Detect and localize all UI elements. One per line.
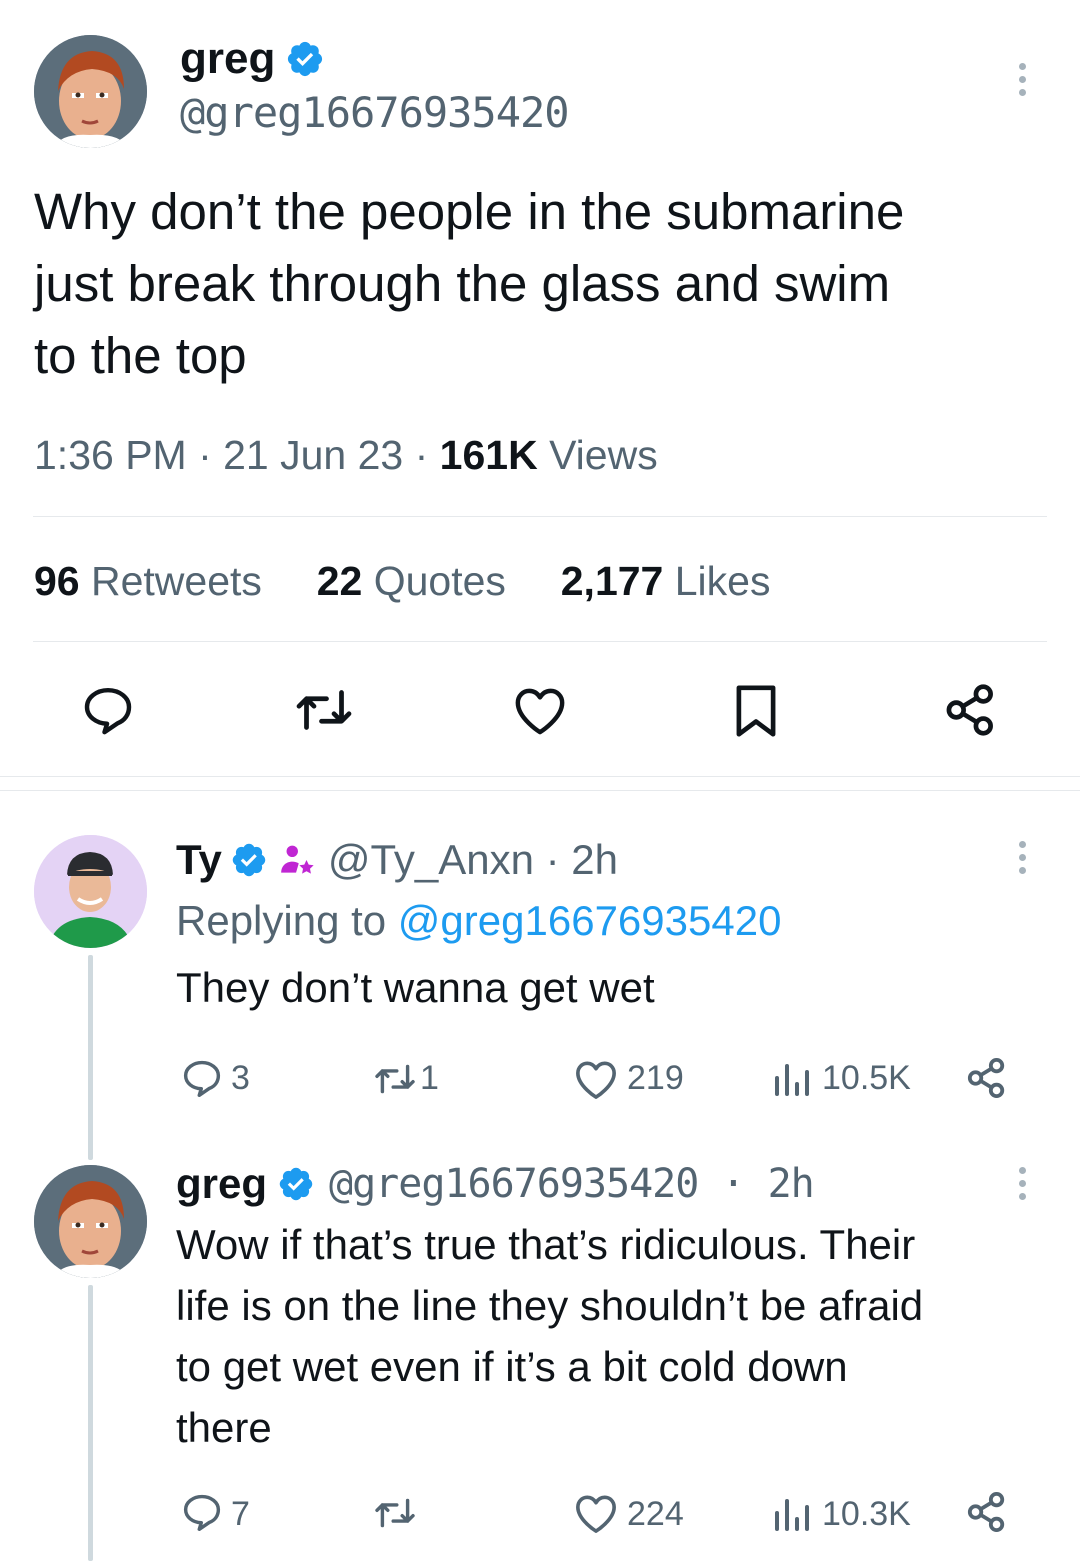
- tweet-stats: 96 Retweets 22 Quotes 2,177 Likes: [34, 558, 770, 605]
- reply-icon[interactable]: [180, 1058, 224, 1098]
- retweet-stat[interactable]: 96 Retweets: [34, 558, 262, 604]
- display-name[interactable]: greg: [180, 34, 275, 84]
- replying-to: Replying to @greg16676935420: [176, 897, 781, 945]
- verified-icon: [288, 41, 323, 77]
- reply-count: 7: [231, 1495, 250, 1533]
- avatar-photo: [34, 835, 147, 948]
- tweet-text: They don’t wanna get wet: [176, 964, 655, 1011]
- retweet-icon[interactable]: [372, 1061, 418, 1097]
- bookmark-icon[interactable]: [734, 684, 778, 738]
- tweet-meta: 1:36 PM · 21 Jun 23 · 161K Views: [34, 432, 658, 479]
- views-count: 10.5K: [822, 1059, 911, 1097]
- tweet-text-line: Why don’t the people in the submarine: [34, 183, 905, 240]
- like-stat[interactable]: 2,177 Likes: [561, 558, 771, 604]
- share-icon[interactable]: [944, 682, 998, 738]
- divider: [0, 776, 1080, 777]
- views-icon[interactable]: [771, 1493, 811, 1533]
- tweet-text-line: life is on the line they shouldn’t be af…: [176, 1282, 924, 1329]
- handle[interactable]: @greg16676935420: [180, 88, 570, 137]
- views-icon[interactable]: [771, 1058, 811, 1098]
- divider: [0, 790, 1080, 791]
- like-count: 224: [627, 1495, 684, 1533]
- quotes-label: Quotes: [362, 558, 506, 604]
- subscriber-badge-icon: [281, 845, 314, 874]
- like-icon[interactable]: [573, 1492, 619, 1534]
- more-icon[interactable]: [1019, 63, 1029, 102]
- more-icon[interactable]: [1019, 841, 1029, 880]
- tweet-text-line: Wow if that’s true that’s ridiculous. Th…: [176, 1221, 916, 1268]
- views-count: 10.3K: [822, 1495, 911, 1533]
- timestamp[interactable]: 1:36 PM · 21 Jun 23 ·: [34, 432, 440, 478]
- handle[interactable]: @Ty_Anxn · 2h: [328, 836, 618, 884]
- like-icon[interactable]: [512, 684, 568, 736]
- reply-count: 3: [231, 1059, 250, 1097]
- thread-line: [88, 955, 93, 1160]
- divider: [33, 641, 1047, 642]
- share-icon[interactable]: [966, 1056, 1008, 1100]
- verified-icon: [232, 843, 266, 877]
- tweet-text-line: to get wet even if it’s a bit cold down: [176, 1343, 848, 1390]
- retweet-icon[interactable]: [372, 1495, 418, 1531]
- reply-icon[interactable]: [80, 682, 136, 738]
- views-count: 161K: [439, 432, 538, 478]
- retweets-label: Retweets: [79, 558, 262, 604]
- retweets-count: 96: [34, 558, 80, 604]
- verified-icon: [279, 1167, 313, 1201]
- more-icon[interactable]: [1019, 1167, 1029, 1206]
- thread-line: [88, 1285, 93, 1561]
- tweet-text: Why don’t the people in the submarine ju…: [34, 176, 904, 392]
- tweet-text: Wow if that’s true that’s ridiculous. Th…: [176, 1214, 923, 1458]
- tweet-text-line: there: [176, 1404, 272, 1451]
- avatar[interactable]: [34, 35, 147, 148]
- tweet-text-line: to the top: [34, 327, 247, 384]
- avatar-photo: [34, 1165, 147, 1278]
- avatar[interactable]: [34, 1165, 147, 1278]
- replying-label: Replying to: [176, 897, 398, 944]
- likes-count: 2,177: [560, 558, 664, 604]
- quotes-count: 22: [316, 558, 363, 604]
- like-icon[interactable]: [573, 1058, 619, 1100]
- share-icon[interactable]: [966, 1490, 1008, 1534]
- avatar-photo: [34, 35, 147, 148]
- avatar[interactable]: [34, 835, 147, 948]
- handle[interactable]: @greg16676935420 · 2h: [329, 1161, 815, 1207]
- like-count: 219: [627, 1059, 684, 1097]
- divider: [33, 516, 1047, 517]
- display-name[interactable]: Ty: [176, 836, 222, 884]
- quote-stat[interactable]: 22 Quotes: [317, 558, 506, 604]
- tweet-text-line: just break through the glass and swim: [34, 255, 891, 312]
- display-name[interactable]: greg: [176, 1160, 267, 1208]
- likes-label: Likes: [663, 558, 771, 604]
- views-label: Views: [537, 432, 658, 478]
- reply-icon[interactable]: [180, 1492, 224, 1532]
- replying-handle-link[interactable]: @greg16676935420: [398, 897, 782, 944]
- retweet-count: 1: [420, 1059, 439, 1097]
- retweet-icon[interactable]: [294, 685, 354, 735]
